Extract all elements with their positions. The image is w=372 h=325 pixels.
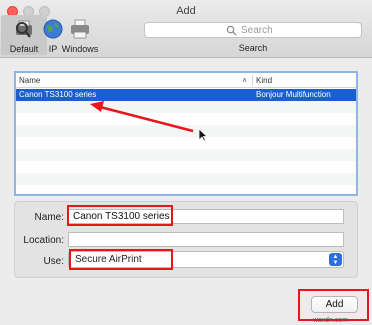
list-row-empty xyxy=(16,149,356,161)
location-field[interactable] xyxy=(68,232,344,247)
toolbar-windows-label: Windows xyxy=(61,44,99,54)
location-label: Location: xyxy=(23,235,64,246)
titlebar: Add Default IP Windows Search Search xyxy=(0,0,372,58)
sort-ascending-icon[interactable]: ∧ xyxy=(242,76,247,84)
mouse-cursor-icon xyxy=(198,128,208,142)
watermark: wsxdn.com xyxy=(313,317,349,324)
printer-list[interactable]: Name ∧ Kind Canon TS3100 series Bonjour … xyxy=(14,71,358,196)
list-row-empty xyxy=(16,101,356,113)
printer-kind-cell: Bonjour Multifunction xyxy=(256,90,331,99)
column-divider[interactable] xyxy=(252,75,253,86)
column-header-kind[interactable]: Kind xyxy=(256,76,272,85)
name-label: Name: xyxy=(34,212,64,223)
list-row-empty xyxy=(16,161,356,173)
list-header: Name ∧ Kind xyxy=(16,73,356,88)
add-printer-window: Add Default IP Windows Search Search Nam… xyxy=(0,0,372,325)
toolbar-windows-button[interactable]: Windows xyxy=(58,15,102,55)
list-row-empty xyxy=(16,137,356,149)
list-row-empty xyxy=(16,125,356,137)
printer-name-cell: Canon TS3100 series xyxy=(19,90,97,99)
use-label: Use: xyxy=(43,256,64,267)
search-label: Search xyxy=(238,43,268,53)
list-row-empty xyxy=(16,185,356,197)
windows-printer-icon xyxy=(71,19,89,39)
annotation-highlight-name xyxy=(67,205,173,226)
list-row-empty xyxy=(16,173,356,185)
search-input[interactable]: Search xyxy=(144,22,362,38)
printer-row-canon[interactable]: Canon TS3100 series Bonjour Multifunctio… xyxy=(16,89,356,101)
column-header-name[interactable]: Name xyxy=(19,76,40,85)
annotation-highlight-use xyxy=(69,249,173,270)
search-icon xyxy=(226,25,237,36)
select-stepper-icon: ▲ ▼ xyxy=(329,253,342,266)
list-row-empty xyxy=(16,113,356,125)
search-placeholder: Search xyxy=(241,25,273,36)
